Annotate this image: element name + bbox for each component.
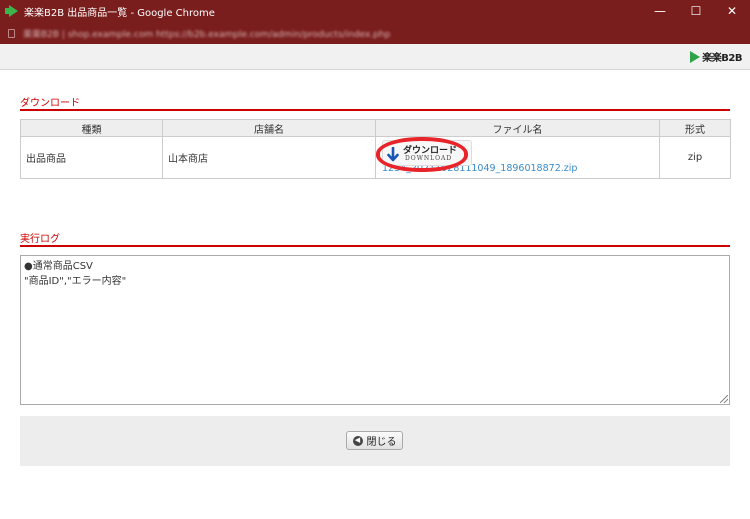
column-header-format: 形式	[659, 119, 731, 137]
app-logo-icon	[5, 5, 19, 17]
table-row: 出品商品 山本商店 1234_20211028111049_1896018872…	[20, 136, 731, 179]
execution-log-textarea[interactable]: ●通常商品CSV "商品ID","エラー内容"	[20, 255, 730, 405]
maximize-button[interactable]: ☐	[678, 0, 714, 22]
cell-format: zip	[659, 136, 731, 179]
column-header-filename: ファイル名	[375, 119, 660, 137]
footer-bar: ◀ 閉じる	[20, 416, 730, 466]
close-window-button[interactable]: ✕	[714, 0, 750, 22]
table-header-row: 種類 店舗名 ファイル名 形式	[20, 119, 731, 137]
download-section-divider	[20, 109, 730, 111]
download-section-title: ダウンロード	[20, 98, 80, 109]
column-header-store: 店舗名	[162, 119, 376, 137]
close-button-label: 閉じる	[366, 437, 397, 448]
red-circle-annotation	[376, 137, 468, 172]
window-title: 楽楽B2B 出品商品一覧 - Google Chrome	[24, 7, 215, 19]
page-header: 楽楽B2B	[0, 44, 750, 70]
address-bar[interactable]: 楽楽B2B | shop.example.com https://b2b.exa…	[0, 22, 750, 44]
cell-type: 出品商品	[20, 136, 163, 179]
log-section-title: 実行ログ	[20, 234, 60, 245]
brand-logo: 楽楽B2B	[690, 49, 742, 64]
log-line: "商品ID","エラー内容"	[24, 276, 127, 287]
lock-icon	[8, 28, 15, 38]
resize-grip-icon[interactable]	[720, 395, 728, 403]
brand-arrow-icon	[690, 50, 701, 63]
url-text[interactable]: 楽楽B2B | shop.example.com https://b2b.exa…	[23, 27, 390, 40]
window-titlebar: 楽楽B2B 出品商品一覧 - Google Chrome — ☐ ✕	[0, 0, 750, 22]
back-circle-icon: ◀	[352, 435, 363, 446]
minimize-button[interactable]: —	[642, 0, 678, 22]
cell-store: 山本商店	[162, 136, 376, 179]
page-content: 楽楽B2B ダウンロード 種類 店舗名 ファイル名 形式 出品商品 山本商店 1…	[0, 44, 750, 519]
log-section-divider	[20, 245, 730, 247]
column-header-type: 種類	[20, 119, 163, 137]
close-button[interactable]: ◀ 閉じる	[346, 431, 403, 450]
download-table: 種類 店舗名 ファイル名 形式 出品商品 山本商店 1234_202110281…	[20, 119, 731, 179]
brand-logo-text: 楽楽B2B	[702, 53, 742, 64]
cell-filename: 1234_20211028111049_1896018872.zip ダウンロー…	[375, 136, 660, 179]
log-line: ●通常商品CSV	[24, 261, 93, 272]
window-controls: — ☐ ✕	[642, 0, 750, 22]
